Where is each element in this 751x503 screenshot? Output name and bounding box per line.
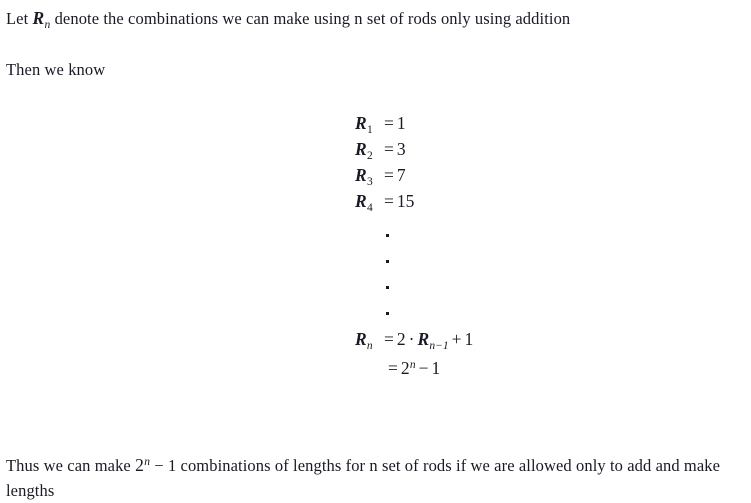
ellipsis-dot-row [355, 300, 615, 326]
recurrence-term-base: R [417, 329, 430, 349]
variable-R: R [32, 8, 45, 28]
equation-row: R1 = 1 [355, 110, 615, 136]
conclusion-power-base: 2 [135, 454, 144, 475]
equation-lhs-subscript: 1 [366, 123, 373, 136]
vertical-ellipsis [355, 222, 615, 326]
closed-form-base: 2 [400, 357, 410, 378]
intro-text-after: denote the combinations we can make usin… [50, 9, 571, 28]
intro-text-before: Let [6, 9, 33, 28]
equals-sign: = [384, 139, 394, 159]
document-page: Let Rn denote the combinations we can ma… [0, 0, 751, 501]
recurrence-constant: 1 [464, 329, 474, 349]
equation-rhs: 1 [396, 113, 406, 133]
ellipsis-dot-row [355, 248, 615, 274]
recurrence-coefficient: 2 [396, 329, 406, 349]
conclusion-text-before: Thus we can make [6, 455, 136, 475]
equation-rhs: 7 [396, 165, 406, 185]
equals-sign: = [384, 329, 394, 349]
equation-row: R2 = 3 [355, 136, 615, 162]
ellipsis-dot [386, 312, 389, 315]
then-we-know-line: Then we know [6, 60, 106, 79]
equals-sign: = [388, 357, 398, 378]
closed-form-equation: = 2n −1 [355, 352, 615, 378]
equation-row: R3 = 7 [355, 162, 615, 188]
conclusion-paragraph: Thus we can make 2n − 1 combinations of … [6, 450, 744, 503]
equation-rhs: 3 [396, 139, 406, 159]
equation-lhs-subscript: 4 [366, 201, 373, 214]
closed-form-constant: 1 [431, 357, 441, 378]
minus-sign: − [418, 357, 429, 378]
equation-lhs-base: R [355, 113, 367, 133]
plus-sign: + [451, 329, 462, 349]
recurrence-term-subscript: n−1 [429, 339, 449, 352]
math-display-block: R1 = 1 R2 = 3 R3 = 7 R4 = 15 Rn = 2 · Rn−1 +1 = 2n −1 [355, 110, 615, 378]
equation-lhs-subscript: 3 [366, 175, 373, 188]
recurrence-lhs-subscript: n [366, 339, 373, 352]
recurrence-equation: Rn = 2 · Rn−1 +1 [355, 326, 615, 352]
equals-sign: = [384, 113, 394, 133]
equation-lhs-base: R [355, 165, 367, 185]
equation-lhs-base: R [355, 191, 367, 211]
ellipsis-dot [386, 234, 389, 237]
equals-sign: = [384, 165, 394, 185]
closed-form-exponent: n [409, 359, 416, 371]
ellipsis-dot [386, 260, 389, 263]
equation-lhs-base: R [355, 139, 367, 159]
equals-sign: = [384, 191, 394, 211]
equation-rhs: 15 [396, 191, 415, 211]
intro-sentence: Let Rn denote the combinations we can ma… [6, 6, 570, 38]
ellipsis-dot-row [355, 222, 615, 248]
equation-row: R4 = 15 [355, 188, 615, 214]
multiplication-dot-icon: · [408, 329, 415, 349]
equation-lhs-subscript: 2 [366, 149, 373, 162]
ellipsis-dot-row [355, 274, 615, 300]
recurrence-lhs-base: R [355, 329, 367, 349]
ellipsis-dot [386, 286, 389, 289]
